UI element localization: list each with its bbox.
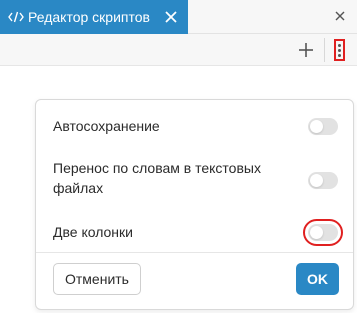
option-label-autosave: Автосохранение	[53, 118, 160, 134]
option-label-word-wrap: Перенос по словам в текстовых файлах	[53, 160, 261, 196]
settings-dialog: Автосохранение Перенос по словам в текст…	[35, 99, 354, 310]
toolbar-divider	[324, 38, 325, 62]
option-label-two-columns: Две колонки	[53, 224, 133, 240]
more-vertical-icon[interactable]	[334, 39, 345, 61]
two-columns-toggle[interactable]	[303, 219, 343, 246]
dialog-divider	[36, 252, 353, 253]
window-close-icon[interactable]	[333, 9, 347, 23]
autosave-toggle[interactable]	[308, 118, 338, 135]
cancel-button[interactable]: Отменить	[53, 263, 141, 295]
toggle-knob	[310, 174, 323, 187]
tab-title: Редактор скриптов	[28, 9, 150, 25]
toggle-knob	[310, 120, 323, 133]
word-wrap-toggle[interactable]	[308, 172, 338, 189]
code-icon	[8, 9, 24, 25]
tab-bar: Редактор скриптов	[0, 0, 357, 34]
toggle-knob	[310, 226, 323, 239]
close-icon[interactable]	[162, 8, 180, 26]
plus-icon[interactable]	[296, 40, 316, 60]
tab-script-editor[interactable]: Редактор скриптов	[0, 0, 188, 34]
ok-button[interactable]: OK	[296, 263, 339, 295]
toolbar	[0, 34, 357, 66]
